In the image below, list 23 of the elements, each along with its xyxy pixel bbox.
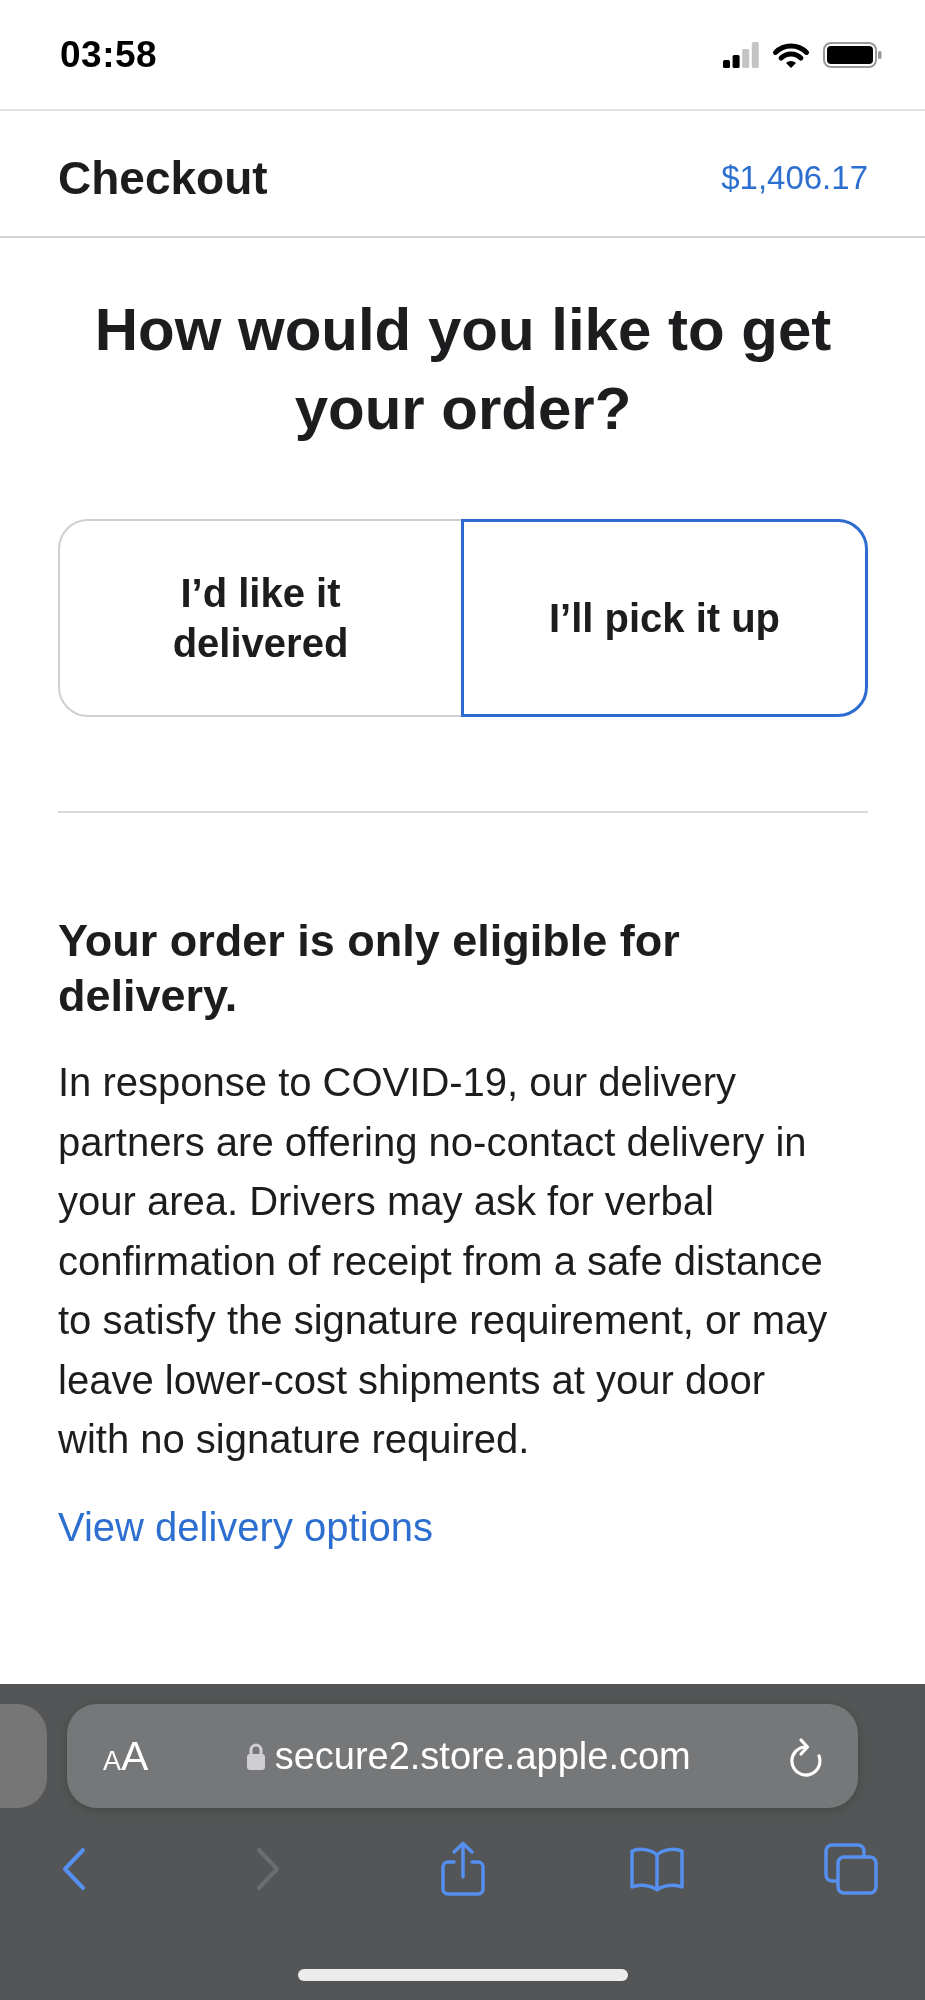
tabs-icon (824, 1843, 878, 1895)
chevron-right-icon (255, 1847, 282, 1891)
page-title: Checkout (58, 150, 268, 205)
chevron-left-icon (61, 1847, 87, 1891)
notice-text: In response to COVID-19, our delivery partners are offering no-contact delivery in your area. Drivers may ask for verbal confirmation of receipt from a safe distance to satisfy the signature requirement, or may leave lower-cost shipments at your door with no signature required. (58, 1059, 829, 1463)
option-button[interactable]: I’d like it delivered (58, 519, 463, 717)
section-heading: How would you like to get your order? (93, 295, 833, 444)
reload-button[interactable] (788, 1735, 824, 1777)
reload-icon (788, 1735, 824, 1777)
delivery-options-link[interactable]: View delivery options (58, 1497, 434, 1557)
signal-icon (723, 41, 759, 68)
status-time: 03:58 (60, 33, 158, 76)
url-text: secure2.store.apple.com (274, 1734, 691, 1778)
battery-icon (823, 41, 882, 68)
text-size-button[interactable]: AA (103, 1735, 149, 1777)
notice-title: Your order is only eligible for delivery. (58, 914, 681, 1023)
address-bar[interactable]: AA secure2.store.apple.com (67, 1704, 858, 1808)
order-total[interactable]: $1,406.17 (721, 158, 868, 197)
option-button[interactable]: I’ll pick it up (461, 519, 868, 717)
lock-icon (245, 1742, 266, 1770)
book-icon (628, 1846, 685, 1892)
tab-preview[interactable] (0, 1704, 47, 1808)
share-icon (439, 1841, 486, 1897)
